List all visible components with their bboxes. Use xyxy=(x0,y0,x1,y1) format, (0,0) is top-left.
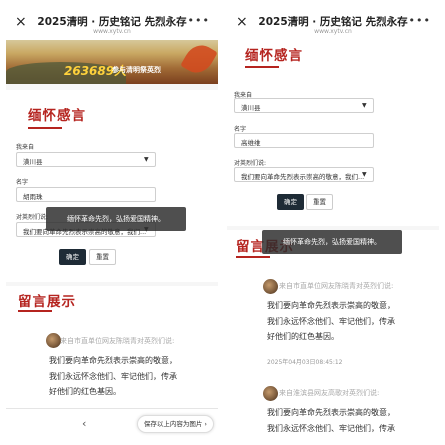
message-author: 来自淮滨县网友高歌对英烈们说: xyxy=(279,389,380,397)
confirm-button[interactable]: 确定 xyxy=(277,194,304,210)
confirm-button[interactable]: 确定 xyxy=(59,249,86,265)
page-title: 2025清明 · 历史铭记 先烈永存 xyxy=(258,16,408,28)
banner-image: 263689人 参与清明祭英烈 xyxy=(6,40,218,84)
message-time: 2025年04月03日08:45:12 xyxy=(267,359,343,366)
left-screenshot-panel: × 2025清明 · 历史铭记 先烈永存 www.xytv.cn ••• 263… xyxy=(6,8,218,438)
section-underline xyxy=(18,310,52,312)
page-url: www.xytv.cn xyxy=(314,28,352,35)
more-icon[interactable]: ••• xyxy=(409,14,431,27)
name-label: 名字 xyxy=(16,179,29,186)
page-title: 2025清明 · 历史铭记 先烈永存 xyxy=(37,16,187,28)
chevron-down-icon: ▼ xyxy=(144,156,149,163)
from-select[interactable]: 潢川县 xyxy=(16,152,156,167)
name-input[interactable]: 高维维 xyxy=(234,133,374,148)
message-author: 来自市直单位网友陈晓青对英烈们说: xyxy=(60,337,175,345)
banner-text: 参与清明祭英烈 xyxy=(112,66,161,74)
section-underline xyxy=(245,66,279,68)
say-label: 对英烈们说: xyxy=(234,160,267,167)
avatar xyxy=(263,279,278,294)
message-text: 我们要向革命先烈表示崇高的敬意， 我们永远怀念他们、牢记他们，传承 好他们的红色… xyxy=(267,301,395,341)
bottom-toolbar: ‹ 保存以上内容为图片 › xyxy=(6,408,218,438)
save-as-image-button[interactable]: 保存以上内容为图片 › xyxy=(136,415,214,433)
avatar xyxy=(263,386,278,401)
reset-button[interactable]: 重置 xyxy=(306,194,333,210)
chevron-down-icon: ▼ xyxy=(362,171,367,178)
messages-section-title: 留言展示 xyxy=(18,294,76,310)
message-text: 我们要向革命先烈表示崇高的敬意， 我们永远怀念他们、牢记他们，传承 好他们的红色… xyxy=(49,356,177,396)
section-underline xyxy=(28,127,62,129)
avatar xyxy=(46,333,61,348)
section-underline xyxy=(236,256,270,258)
page-url: www.xytv.cn xyxy=(93,28,131,35)
right-screenshot-panel: × 2025清明 · 历史铭记 先烈永存 www.xytv.cn ••• 缅怀感… xyxy=(227,8,439,438)
toast-message: 缅怀革命先烈，弘扬爱国精神。 xyxy=(46,207,186,231)
back-icon[interactable]: ‹ xyxy=(82,417,86,430)
chevron-down-icon: ▼ xyxy=(362,102,367,109)
name-label: 名字 xyxy=(234,126,247,133)
toast-message: 缅怀革命先烈，弘扬爱国精神。 xyxy=(262,230,402,254)
say-label: 对英烈们说: xyxy=(16,214,49,221)
form-section-title: 缅怀感言 xyxy=(245,48,303,64)
more-icon[interactable]: ••• xyxy=(188,14,210,27)
form-section-title: 缅怀感言 xyxy=(28,108,86,124)
message-text: 我们要向革命先烈表示崇高的敬意， 我们永远怀念他们、牢记他们，传承 xyxy=(267,408,395,433)
message-author: 来自市直单位网友陈晓青对英烈们说: xyxy=(279,282,394,290)
name-input[interactable]: 胡雨珠 xyxy=(16,187,156,202)
top-bar: × 2025清明 · 历史铭记 先烈永存 www.xytv.cn ••• xyxy=(227,8,439,40)
reset-button[interactable]: 重置 xyxy=(89,249,116,265)
say-select[interactable]: 我们要向革命先烈表示崇高的敬意，我们... xyxy=(234,167,374,182)
top-bar: × 2025清明 · 历史铭记 先烈永存 www.xytv.cn ••• xyxy=(6,8,218,40)
from-select[interactable]: 潢川县 xyxy=(234,98,374,113)
maple-leaf-icon xyxy=(180,40,218,79)
from-label: 我来自 xyxy=(16,144,35,151)
